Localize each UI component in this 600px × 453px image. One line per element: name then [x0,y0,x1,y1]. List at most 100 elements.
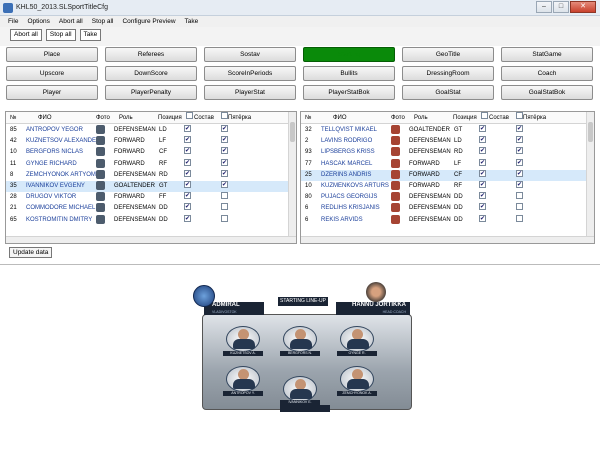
minimize-button[interactable]: – [536,1,552,13]
roster-checkbox[interactable]: ✔ [184,192,191,200]
roster-checkbox[interactable]: ✔ [479,181,486,188]
line-checkbox[interactable]: ✔ [221,158,228,166]
horizontal-scrollbar[interactable] [301,236,594,243]
away-roster-table[interactable]: № ФИО Фото Роль Позиция Состав Пятёрка 32 TELLQV… [300,111,595,244]
menu-stop-all[interactable]: Stop all [92,16,114,27]
header-checkbox[interactable] [481,112,488,119]
table-row[interactable]: 8 ZEMCHYONOK ARTYOM DEFENSEMAN RD ✔ ✔ [6,169,296,181]
line-checkbox[interactable] [221,203,228,211]
column-header[interactable]: ФИО [38,112,52,124]
line-checkbox[interactable]: ✔ [516,181,523,188]
column-header[interactable]: Пятёрка [523,112,546,124]
vertical-scrollbar[interactable] [288,112,296,243]
menu-configure-preview[interactable]: Configure Preview [122,16,175,27]
line-checkbox[interactable]: ✔ [516,147,523,155]
table-row[interactable]: 80 PUJACS GEORGIJS DEFENSEMAN DD ✔ [301,192,594,203]
table-row[interactable]: 85 ANTROPOV YEGOR DEFENSEMAN LD ✔ ✔ [6,125,296,136]
grid-button-playerstatbok[interactable]: PlayerStatBok [303,85,395,100]
horizontal-scrollbar[interactable] [6,236,296,243]
roster-checkbox[interactable]: ✔ [479,158,486,166]
grid-button-geotitle[interactable]: GeoTitle [402,47,494,62]
line-checkbox[interactable]: ✔ [221,147,228,155]
column-header[interactable]: № [305,112,311,124]
grid-button-upscore[interactable]: Upscore [6,66,98,81]
grid-button-sostav[interactable]: Sostav [204,47,296,62]
column-header[interactable]: Роль [119,112,133,124]
roster-checkbox[interactable]: ✔ [479,125,486,132]
close-button[interactable]: ✕ [570,1,596,13]
update-data-button[interactable]: Update data [9,247,53,258]
line-checkbox[interactable]: ✔ [516,169,523,177]
table-row[interactable]: 35 IVANNIKOV EVGENY GOALTENDER GT ✔ ✔ [6,181,296,193]
table-row[interactable]: 25 DZERINS ANDRIS FORWARD CF ✔ ✔ [301,169,594,181]
vertical-scrollbar[interactable] [586,112,594,243]
stop-all-button[interactable]: Stop all [45,29,76,41]
abort-all-button[interactable]: Abort all [10,29,42,41]
line-checkbox[interactable]: ✔ [516,136,523,144]
grid-button-bullits[interactable]: Bullits [303,66,395,81]
table-row[interactable]: 6 REKIS ARVIDS DEFENSEMAN DD ✔ [301,214,594,226]
grid-button-place[interactable]: Place [6,47,98,62]
column-header[interactable]: Фото [391,112,405,124]
grid-button-goalstat[interactable]: GoalStat [402,85,494,100]
grid-button-playerstat[interactable]: PlayerStat [204,85,296,100]
grid-button-playerpenalty[interactable]: PlayerPenalty [105,85,197,100]
table-row[interactable]: 11 GYNGE RICHARD FORWARD RF ✔ ✔ [6,158,296,170]
table-row[interactable]: 93 LIPSBERGS KRISS DEFENSEMAN RD ✔ ✔ [301,147,594,158]
grid-button-dressingroom[interactable]: DressingRoom [402,66,494,81]
roster-checkbox[interactable]: ✔ [479,192,486,200]
roster-checkbox[interactable]: ✔ [479,136,486,144]
grid-button-downscore[interactable]: DownScore [105,66,197,81]
menu-file[interactable]: File [8,16,18,27]
roster-checkbox[interactable]: ✔ [184,214,191,222]
roster-checkbox[interactable]: ✔ [184,169,191,177]
line-checkbox[interactable] [221,214,228,222]
line-checkbox[interactable] [221,192,228,200]
column-header[interactable]: Пятёрка [228,112,251,124]
line-checkbox[interactable] [516,214,523,222]
column-header[interactable]: № [10,112,16,124]
roster-checkbox[interactable]: ✔ [184,203,191,211]
header-checkbox[interactable] [221,112,228,119]
column-header[interactable]: ФИО [333,112,347,124]
table-row[interactable]: 42 KUZNETSOV ALEXANDER FORWARD LF ✔ ✔ [6,136,296,147]
line-checkbox[interactable]: ✔ [516,158,523,166]
grid-button-starting[interactable]: Starting [303,47,395,62]
column-header[interactable]: Позиция [453,112,477,124]
grid-button-referees[interactable]: Referees [105,47,197,62]
header-checkbox[interactable] [516,112,523,119]
column-header[interactable]: Фото [96,112,110,124]
roster-checkbox[interactable]: ✔ [479,214,486,222]
grid-button-scoreinperiods[interactable]: ScoreInPeriods [204,66,296,81]
line-checkbox[interactable] [516,192,523,200]
line-checkbox[interactable]: ✔ [221,136,228,144]
grid-button-coach[interactable]: Coach [501,66,593,81]
table-row[interactable]: 28 DRUGOV VIKTOR FORWARD FF ✔ [6,192,296,203]
roster-checkbox[interactable]: ✔ [184,147,191,155]
line-checkbox[interactable]: ✔ [221,169,228,177]
grid-button-statgame[interactable]: StatGame [501,47,593,62]
menu-abort-all[interactable]: Abort all [59,16,83,27]
table-row[interactable]: 32 TELLQVIST MIKAEL GOALTENDER GT ✔ ✔ [301,125,594,136]
column-header[interactable]: Состав [489,112,509,124]
line-checkbox[interactable] [516,203,523,211]
roster-checkbox[interactable]: ✔ [184,125,191,132]
column-header[interactable]: Позиция [158,112,182,124]
roster-checkbox[interactable]: ✔ [479,203,486,211]
table-row[interactable]: 10 KUZMENKOVS ARTURS FORWARD RF ✔ ✔ [301,181,594,192]
table-row[interactable]: 10 BERGFORS NICLAS FORWARD CF ✔ ✔ [6,147,296,158]
grid-button-player[interactable]: Player [6,85,98,100]
table-row[interactable]: 65 KOSTROMITIN DMITRY DEFENSEMAN DD ✔ [6,214,296,226]
grid-button-goalstatbok[interactable]: GoalStatBok [501,85,593,100]
roster-checkbox[interactable]: ✔ [184,181,191,188]
line-checkbox[interactable]: ✔ [221,181,228,188]
menu-options[interactable]: Options [27,16,49,27]
roster-checkbox[interactable]: ✔ [479,147,486,155]
menu-take[interactable]: Take [185,16,199,27]
roster-checkbox[interactable]: ✔ [184,158,191,166]
home-roster-table[interactable]: № ФИО Фото Роль Позиция Состав Пятёрка 85 ANTROP… [5,111,297,244]
roster-checkbox[interactable]: ✔ [184,136,191,144]
table-row[interactable]: 77 HASCAK MARCEL FORWARD LF ✔ ✔ [301,158,594,170]
take-button[interactable]: Take [79,29,102,41]
column-header[interactable]: Состав [194,112,214,124]
